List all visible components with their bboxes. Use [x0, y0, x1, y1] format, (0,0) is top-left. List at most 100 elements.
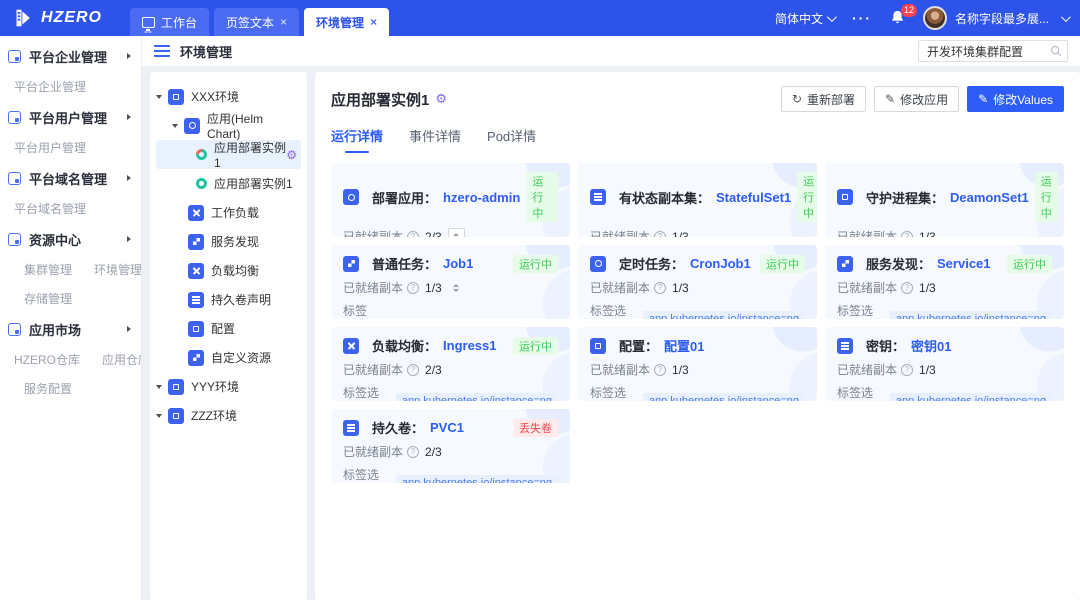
- resource-name-link[interactable]: 密钥01: [911, 336, 951, 355]
- status-badge: 运行中: [513, 255, 558, 273]
- help-icon[interactable]: ?: [407, 282, 419, 294]
- chevron-right-icon: [127, 114, 131, 120]
- card-secret[interactable]: 密钥： 密钥01 已就绪副本 ? 1/3 标签选择器 app.kubernete…: [825, 327, 1064, 401]
- card-daemonset[interactable]: 守护进程集： DeamonSet1 运行中 已就绪副本 ? 1/3 标签选择器 …: [825, 163, 1064, 237]
- help-icon[interactable]: ?: [407, 364, 419, 376]
- tree-node-config[interactable]: 配置: [156, 314, 301, 343]
- card-statefulset[interactable]: 有状态副本集： StatefulSet1 运行中 已就绪副本 ? 1/3 标签选…: [578, 163, 817, 237]
- replicas-label: 已就绪副本: [343, 443, 403, 460]
- chevron-right-icon: [127, 326, 131, 332]
- redeploy-button[interactable]: ↻ 重新部署: [781, 86, 866, 112]
- caret-down-icon[interactable]: [156, 385, 162, 389]
- cronjob-icon: [590, 256, 606, 272]
- tree-node-xxx-env[interactable]: XXX环境: [156, 82, 301, 111]
- caret-down-icon[interactable]: [156, 95, 162, 99]
- status-badge: 运行中: [1035, 172, 1058, 222]
- resource-name-link[interactable]: DeamonSet1: [950, 190, 1029, 205]
- resource-name-link[interactable]: PVC1: [430, 420, 464, 435]
- sidebar-sub-item-cluster[interactable]: 集群管理: [24, 261, 72, 278]
- gear-icon[interactable]: ⚙: [286, 148, 297, 162]
- card-job[interactable]: 普通任务： Job1 运行中 已就绪副本 ? 1/3 标签选择器 app.kub…: [331, 245, 570, 319]
- edit-app-button[interactable]: ✎ 修改应用: [874, 86, 959, 112]
- tab-run-details[interactable]: 运行详情: [331, 126, 383, 153]
- menu-module-icon: [8, 50, 21, 63]
- tree-node-instance-2[interactable]: 应用部署实例1: [156, 169, 301, 198]
- sidebar-item-platform-user[interactable]: 平台用户管理: [0, 101, 141, 133]
- replicas-value: 1/3: [919, 281, 936, 295]
- caret-down-icon[interactable]: [156, 414, 162, 418]
- card-ingress[interactable]: 负载均衡： Ingress1 运行中 已就绪副本 ? 2/3 标签选择器 app…: [331, 327, 570, 401]
- notification-badge: 12: [901, 4, 917, 17]
- tree-node-pvc[interactable]: 持久卷声明: [156, 285, 301, 314]
- user-menu[interactable]: 名称字段最多展...: [923, 6, 1068, 30]
- sidebar-sub-item-environment[interactable]: 环境管理: [94, 261, 142, 278]
- tree-node-helm-app[interactable]: 应用(Helm Chart): [156, 111, 301, 140]
- resource-name-link[interactable]: Ingress1: [443, 338, 496, 353]
- tab-workbench[interactable]: 工作台: [130, 8, 209, 36]
- tree-node-service-discovery[interactable]: 服务发现: [156, 227, 301, 256]
- close-icon[interactable]: ×: [370, 15, 377, 29]
- tab-page-text[interactable]: 页签文本 ×: [214, 8, 299, 36]
- tab-pod-details[interactable]: Pod详情: [487, 126, 536, 153]
- sidebar-sub-item-service-config[interactable]: 服务配置: [24, 380, 72, 397]
- help-icon[interactable]: ?: [654, 231, 666, 238]
- replicas-value: 1/3: [672, 281, 689, 295]
- environment-icon: [168, 379, 184, 395]
- card-type-label: 密钥：: [866, 336, 905, 355]
- card-cronjob[interactable]: 定时任务： CronJob1 运行中 已就绪副本 ? 1/3 标签选择器 app…: [578, 245, 817, 319]
- help-icon[interactable]: ?: [901, 282, 913, 294]
- help-icon[interactable]: ?: [654, 364, 666, 376]
- resource-name-link[interactable]: StatefulSet1: [716, 190, 791, 205]
- replicas-stepper[interactable]: [448, 279, 465, 296]
- sidebar-sub-item-app-repo[interactable]: 应用仓库: [102, 351, 142, 368]
- tree-node-load-balancer[interactable]: 负载均衡: [156, 256, 301, 285]
- sidebar-item-resource-center[interactable]: 资源中心: [0, 223, 141, 255]
- sidebar-sub-item-storage[interactable]: 存储管理: [24, 290, 72, 307]
- search-icon[interactable]: [1050, 45, 1062, 57]
- resource-name-link[interactable]: 配置01: [664, 336, 704, 355]
- card-pvc[interactable]: 持久卷： PVC1 丢失卷 已就绪副本 ? 2/3 标签选择器 app.kube…: [331, 409, 570, 483]
- sidebar-sub-item[interactable]: 平台企业管理: [14, 78, 86, 95]
- caret-down-icon[interactable]: [172, 124, 178, 128]
- help-icon[interactable]: ?: [407, 446, 419, 458]
- tab-environment-management[interactable]: 环境管理 ×: [304, 8, 389, 36]
- help-icon[interactable]: ?: [901, 231, 913, 238]
- card-service[interactable]: 服务发现： Service1 运行中 已就绪副本 ? 1/3 标签选择器 app…: [825, 245, 1064, 319]
- gear-icon[interactable]: ⚙: [435, 91, 447, 107]
- replicas-stepper[interactable]: [448, 228, 465, 237]
- pencil-icon: ✎: [885, 92, 895, 106]
- card-configmap[interactable]: 配置： 配置01 已就绪副本 ? 1/3 标签选择器 app.kubernete…: [578, 327, 817, 401]
- search-input[interactable]: [918, 40, 1068, 62]
- resource-name-link[interactable]: Service1: [937, 256, 991, 271]
- help-icon[interactable]: ?: [654, 282, 666, 294]
- tree-node-workload[interactable]: 工作负载: [156, 198, 301, 227]
- resource-name-link[interactable]: Job1: [443, 256, 473, 271]
- pencil-icon: ✎: [978, 92, 988, 106]
- card-type-label: 有状态副本集：: [619, 188, 710, 207]
- resource-name-link[interactable]: hzero-admin: [443, 190, 520, 205]
- sidebar-item-platform-enterprise[interactable]: 平台企业管理: [0, 40, 141, 72]
- help-icon[interactable]: ?: [901, 364, 913, 376]
- hzero-logo: HZERO: [14, 0, 102, 36]
- menu-bars-icon[interactable]: [154, 45, 170, 57]
- tree-node-custom-resource[interactable]: 自定义资源: [156, 343, 301, 372]
- environment-icon: [168, 408, 184, 424]
- close-icon[interactable]: ×: [280, 15, 287, 29]
- help-icon[interactable]: ?: [407, 231, 419, 238]
- sidebar-sub-item[interactable]: 平台用户管理: [14, 139, 86, 156]
- sidebar-item-platform-domain[interactable]: 平台域名管理: [0, 162, 141, 194]
- tree-node-yyy-env[interactable]: YYY环境: [156, 372, 301, 401]
- sidebar-sub-item-hzero-repo[interactable]: HZERO仓库: [14, 351, 80, 368]
- tab-event-details[interactable]: 事件详情: [409, 126, 461, 153]
- sidebar-sub-item[interactable]: 平台域名管理: [14, 200, 86, 217]
- language-selector[interactable]: 简体中文: [775, 10, 834, 27]
- cluster-search: [918, 40, 1068, 62]
- tree-node-zzz-env[interactable]: ZZZ环境: [156, 401, 301, 430]
- sidebar-item-app-market[interactable]: 应用市场: [0, 313, 141, 345]
- card-deployment[interactable]: 部署应用： hzero-admin 运行中 已就绪副本 ? 2/3 标签选择器 …: [331, 163, 570, 237]
- more-menu-button[interactable]: ···: [852, 10, 872, 26]
- resource-name-link[interactable]: CronJob1: [690, 256, 751, 271]
- edit-values-button[interactable]: ✎ 修改Values: [967, 86, 1064, 112]
- notifications-button[interactable]: 12: [890, 9, 905, 28]
- tree-node-instance-1-selected[interactable]: 应用部署实例1 ⚙: [156, 140, 301, 169]
